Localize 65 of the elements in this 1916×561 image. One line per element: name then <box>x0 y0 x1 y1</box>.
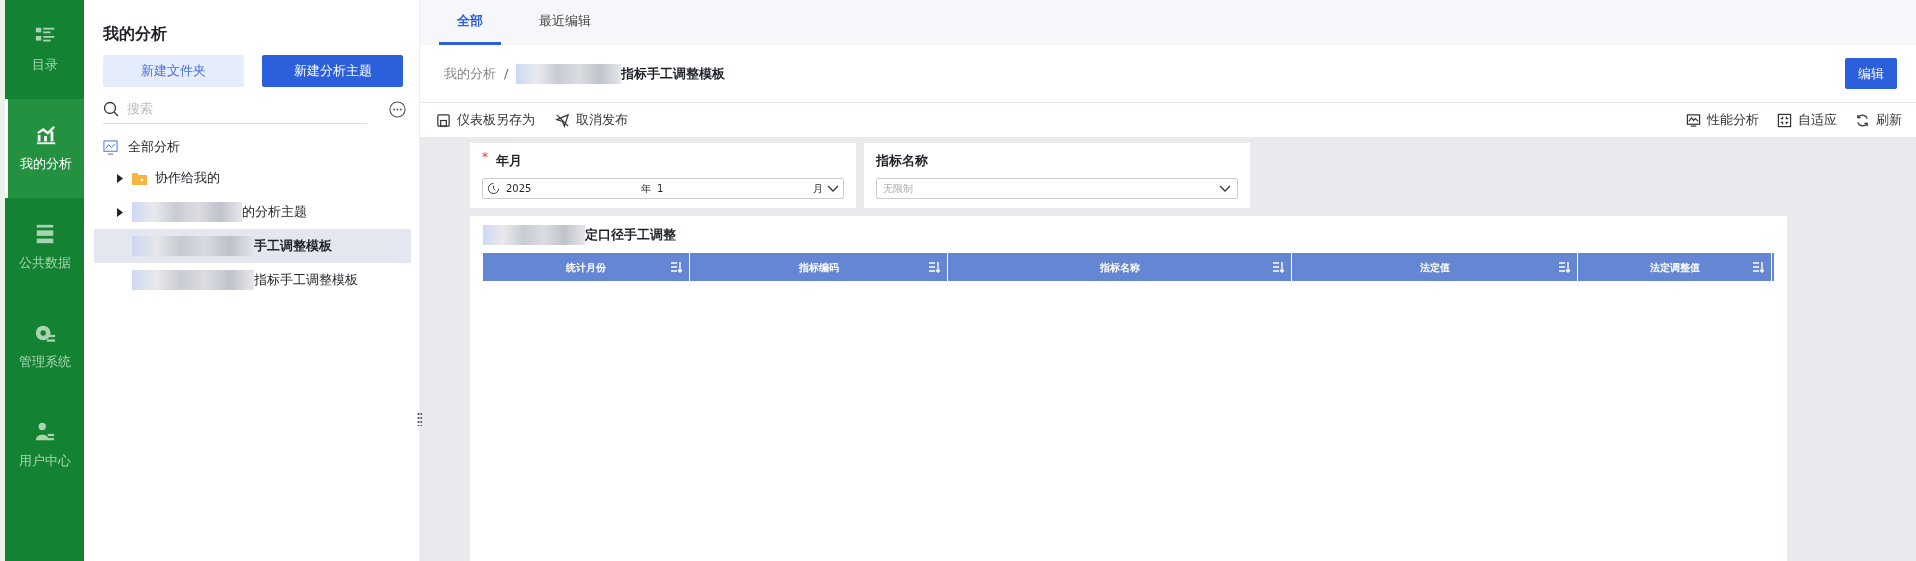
plane-off-icon <box>555 112 570 128</box>
sort-icon[interactable] <box>928 261 941 273</box>
sort-icon[interactable] <box>1272 261 1285 273</box>
chevron-down-icon <box>827 184 839 193</box>
breadcrumb-link[interactable]: 我的分析 <box>444 63 496 84</box>
tree-label: 指标手工调整模板 <box>254 271 358 290</box>
monitor-icon <box>1686 112 1701 128</box>
bar-chart-icon <box>35 123 57 146</box>
nav-item[interactable]: 公共数据 <box>5 198 84 297</box>
more-icon[interactable] <box>389 100 406 118</box>
tab[interactable]: 全部 <box>439 0 501 45</box>
nav-item[interactable]: 我的分析 <box>5 99 84 198</box>
toolbar-button[interactable]: 取消发布 <box>555 110 628 130</box>
column-header[interactable]: 法定调整值 <box>1578 253 1772 281</box>
save-icon <box>436 112 451 128</box>
sort-icon[interactable] <box>1558 261 1571 273</box>
filter-label: 年月 <box>496 152 522 170</box>
resize-handle[interactable] <box>417 412 422 426</box>
toolbar-button[interactable]: 自适应 <box>1777 110 1837 130</box>
caret-icon[interactable] <box>116 173 124 183</box>
column-header[interactable]: 指标名称 <box>948 253 1292 281</box>
breadcrumb-separator: / <box>504 64 509 83</box>
chevron-down-icon <box>1219 184 1231 193</box>
refresh-icon <box>1855 112 1870 128</box>
clock-icon <box>487 182 500 195</box>
tab[interactable]: 最近编辑 <box>521 0 609 45</box>
sort-icon[interactable] <box>1752 261 1765 273</box>
month-picker[interactable]: 2025 年 1 月 <box>482 178 844 199</box>
toolbar-button[interactable]: 刷新 <box>1855 110 1902 130</box>
nav-item[interactable]: 管理系统 <box>5 297 84 396</box>
column-header[interactable]: 统计月份 <box>483 253 690 281</box>
filter-label: 指标名称 <box>876 152 928 170</box>
column-header[interactable]: 指标编码 <box>690 253 948 281</box>
breadcrumb-current: 指标手工调整模板 <box>621 64 726 83</box>
month-value: 1 <box>657 182 665 196</box>
table-title: 定口径手工调整 <box>585 225 676 244</box>
required-mark: * <box>482 151 488 163</box>
sidebar-title: 我的分析 <box>103 23 168 45</box>
tree-row[interactable]: 指标手工调整模板 <box>94 263 411 297</box>
folder-icon <box>132 171 147 185</box>
new-button[interactable]: 新建分析主题 <box>262 55 403 87</box>
user-icon <box>33 420 56 443</box>
new-button[interactable]: 新建文件夹 <box>103 55 244 87</box>
caret-icon[interactable] <box>116 207 124 217</box>
search-icon <box>103 100 119 117</box>
month-unit: 月 <box>813 182 823 196</box>
sort-icon[interactable] <box>670 261 683 273</box>
year-unit: 年 <box>641 182 651 196</box>
year-value: 2025 <box>506 182 533 196</box>
edit-button[interactable]: 编辑 <box>1845 58 1897 89</box>
toolbar-button[interactable]: 性能分析 <box>1686 110 1759 130</box>
tree-label: 协作给我的 <box>155 169 220 188</box>
tree-row[interactable]: 的分析主题 <box>94 195 411 229</box>
tree-label: 手工调整模板 <box>254 237 332 256</box>
toolbar-button[interactable]: 仪表板另存为 <box>436 110 535 130</box>
search-field[interactable]: 搜索 <box>127 98 327 119</box>
column-header[interactable]: 法定值 <box>1292 253 1578 281</box>
tree-label: 的分析主题 <box>242 203 307 222</box>
fit-icon <box>1777 112 1792 128</box>
nav-item[interactable]: 目录 <box>5 0 84 99</box>
chart-icon <box>103 139 118 155</box>
tree-item[interactable]: 全部分析 <box>128 137 180 157</box>
nav-item[interactable]: 用户中心 <box>5 396 84 495</box>
tree-row[interactable]: 手工调整模板 <box>94 229 411 263</box>
tree-row[interactable]: 协作给我的 <box>94 161 411 195</box>
